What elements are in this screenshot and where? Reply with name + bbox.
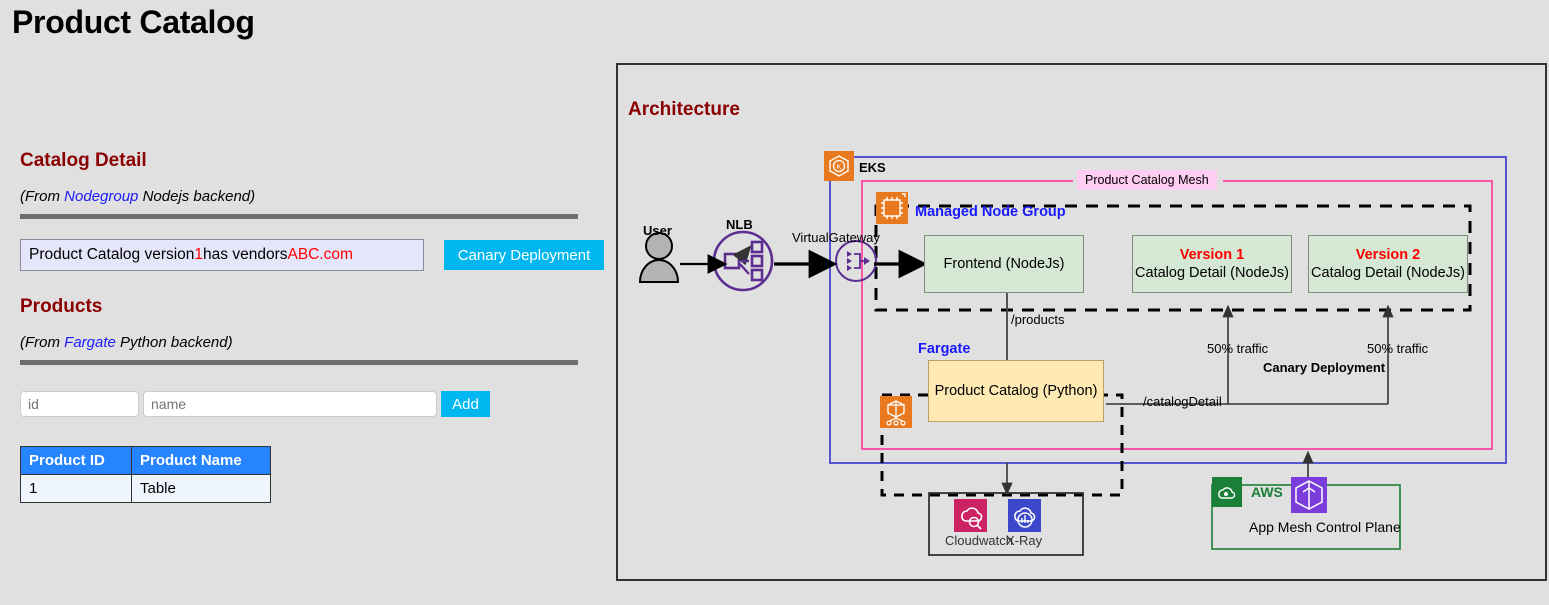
catalog-subtitle-post: Nodejs backend) [138,188,256,205]
catalog-subtitle-highlight: Nodegroup [64,188,139,205]
frontend-box: Frontend (NodeJs) [924,235,1084,293]
eks-label: EKS [859,160,886,175]
products-table: Product ID Product Name 1 Table [20,446,271,503]
product-id-input[interactable] [20,391,139,417]
products-subtitle: (From Fargate Python backend) [20,334,233,351]
fargate-label: Fargate [918,341,971,357]
catalog-divider [20,214,578,219]
product-catalog-python-label: Product Catalog (Python) [934,382,1098,399]
canary-deployment-diagram-label: Canary Deployment [1263,360,1386,375]
traffic-left-label: 50% traffic [1207,341,1269,356]
cloudwatch-label: Cloudwatch [945,533,1013,548]
edge-catalog-detail-label: /catalogDetail [1143,394,1222,409]
catalog-detail-subtitle: (From Nodegroup Nodejs backend) [20,188,255,205]
column-header-product-id: Product ID [20,446,132,475]
add-product-button[interactable]: Add [441,391,490,417]
edge-products-label: /products [1011,312,1065,327]
table-header-row: Product ID Product Name [20,446,271,475]
catalog-subtitle-pre: (From [20,188,65,205]
version2-box: Version 2 Catalog Detail (NodeJs) [1308,235,1468,293]
svg-text:K: K [837,164,842,171]
frontend-box-label: Frontend (NodeJs) [943,255,1065,272]
result-vendor: ABC.com [287,246,353,263]
traffic-right-label: 50% traffic [1367,341,1429,356]
result-text-mid: has vendors [203,246,288,263]
version1-box: Version 1 Catalog Detail (NodeJs) [1132,235,1292,293]
nlb-label: NLB [726,217,753,232]
cell-product-name: Table [131,474,271,503]
app-mesh-control-plane-label: App Mesh Control Plane [1249,519,1401,535]
result-version: 1 [194,246,204,263]
version1-title: Version 1 [1179,246,1245,263]
user-label: User [643,223,672,238]
catalog-detail-heading: Catalog Detail [20,150,147,171]
architecture-diagram: K [638,151,1507,556]
managed-node-group-label: Managed Node Group [915,204,1066,220]
aws-label: AWS [1251,484,1283,500]
page-title: Product Catalog [12,4,255,40]
products-subtitle-pre: (From [20,334,65,351]
architecture-panel: Architecture K User NLB VirtualGateway E… [616,63,1547,581]
catalog-detail-result: Product Catalog version 1 has vendors AB… [20,239,424,271]
products-divider [20,360,578,365]
products-subtitle-highlight: Fargate [64,334,116,351]
product-name-input[interactable] [143,391,437,417]
result-text-pre: Product Catalog version [29,246,195,263]
app-root: Product Catalog Catalog Detail (From Nod… [0,0,1549,605]
version2-subtitle: Catalog Detail (NodeJs) [1311,265,1465,281]
canary-deployment-button[interactable]: Canary Deployment [444,240,604,270]
product-catalog-python-box: Product Catalog (Python) [928,360,1104,422]
product-catalog-mesh-label: Product Catalog Mesh [1077,170,1217,190]
version2-title: Version 2 [1355,246,1421,263]
cell-product-id: 1 [20,474,132,503]
virtual-gateway-label: VirtualGateway [792,230,880,245]
table-row: 1 Table [20,474,271,503]
version1-subtitle: Catalog Detail (NodeJs) [1135,265,1289,281]
products-heading: Products [20,296,103,317]
products-subtitle-post: Python backend) [115,334,233,351]
xray-label: X-Ray [1006,533,1043,548]
column-header-product-name: Product Name [131,446,271,475]
